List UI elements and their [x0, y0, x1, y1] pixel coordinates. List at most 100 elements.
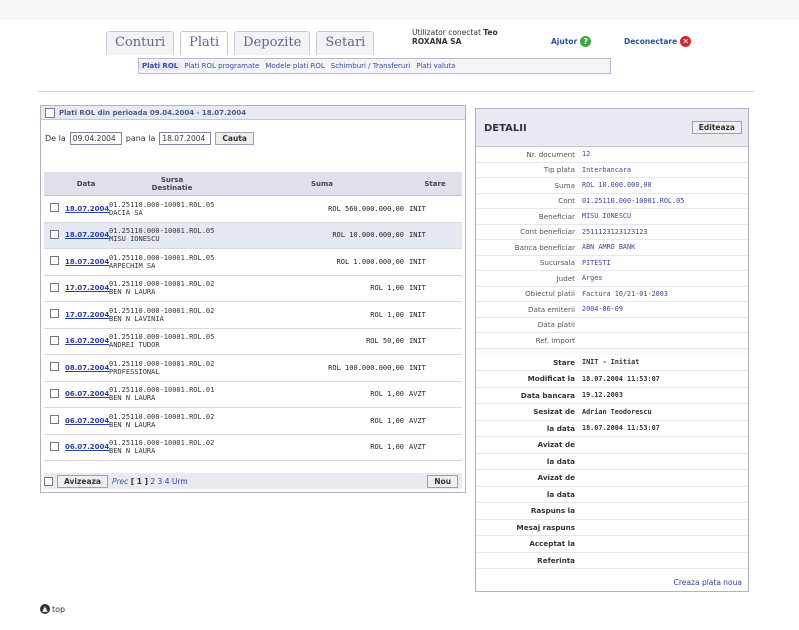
row-checkbox[interactable]	[49, 362, 59, 372]
payments-rows: 18.07.2004 01.25110.000-10001.ROL.05 DACIA…	[44, 195, 462, 461]
row-checkbox[interactable]	[49, 229, 59, 239]
top-strip	[0, 0, 799, 19]
tab-setari[interactable]: Setari	[316, 31, 375, 55]
detail-value: 18.07.2004 11:53:07	[579, 370, 748, 388]
detail-value	[579, 453, 748, 470]
payments-panel: Plati ROL din perioada 09.04.2004 - 18.0…	[40, 105, 466, 493]
row-date-link[interactable]: 18.07.2004	[65, 231, 109, 239]
subnav-plati-rol-programate[interactable]: Plati ROL programate	[181, 62, 262, 70]
row-date-link[interactable]: 06.07.2004	[65, 417, 109, 425]
col-source-dest[interactable]: Sursa Destinatie	[108, 172, 236, 196]
tab-depozite[interactable]: Depozite	[234, 31, 311, 55]
row-date-link[interactable]: 18.07.2004	[65, 205, 109, 213]
row-date-link[interactable]: 17.07.2004	[65, 311, 109, 319]
table-row[interactable]: 17.07.2004 01.25110.000-10001.ROL.02 BEN N…	[44, 275, 462, 302]
pager-page-3[interactable]: 3	[158, 477, 163, 486]
table-row[interactable]: 18.07.2004 01.25110.000-10001.ROL.05 ARPEC…	[44, 248, 462, 276]
edit-button[interactable]: Editeaza	[691, 121, 742, 134]
row-source: 01.25110.000-10001.ROL.05	[109, 200, 215, 209]
row-source: 01.25110.000-10001.ROL.02	[109, 439, 215, 448]
table-row[interactable]: 16.07.2004 01.25110.000-10001.ROL.05 ANDRE…	[44, 328, 462, 355]
table-row[interactable]: 18.07.2004 01.25110.000-10001.ROL.05 DACIA…	[44, 195, 462, 223]
row-source: 01.25110.000-10001.ROL.02	[109, 280, 215, 289]
notify-button[interactable]: Avizeaza	[57, 474, 108, 488]
row-source-dest: 01.25110.000-10001.ROL.02 BEN N LAVINIA	[108, 301, 236, 329]
detail-row: Data platii	[476, 317, 748, 333]
help-link[interactable]: Ajutor ?	[551, 36, 592, 47]
row-status: AVZT	[408, 381, 462, 408]
row-dest: DACIA SA	[109, 208, 143, 217]
row-amount: ROL 100.000.000,00	[236, 354, 408, 382]
detail-row: Acceptat la	[476, 535, 748, 553]
arrow-up-icon: ▲	[40, 604, 50, 614]
table-row[interactable]: 17.07.2004 01.25110.000-10001.ROL.02 BEN N…	[44, 301, 462, 329]
divider	[38, 91, 754, 92]
subnav-schimburi-transferuri[interactable]: Schimburi / Transferuri	[328, 62, 413, 70]
row-status: INIT	[408, 222, 462, 249]
row-date-link[interactable]: 06.07.2004	[65, 443, 109, 451]
user-company: ROXANA SA	[412, 37, 462, 46]
create-payment-link[interactable]: Creaza plata noua	[674, 578, 742, 587]
pager-next[interactable]: Urm	[172, 477, 188, 486]
row-checkbox[interactable]	[49, 388, 59, 398]
detail-label: Data bancara	[476, 387, 579, 404]
row-source-dest: 01.25110.000-10001.ROL.05 DACIA SA	[108, 195, 236, 223]
row-date-link[interactable]: 08.07.2004	[65, 364, 109, 372]
detail-label: Cont	[476, 193, 579, 209]
subnav-modele-plati-rol[interactable]: Modele plati ROL	[262, 62, 327, 70]
row-checkbox[interactable]	[49, 282, 59, 292]
detail-value	[579, 535, 748, 553]
pager-page-2[interactable]: 2	[150, 477, 155, 486]
table-row[interactable]: 08.07.2004 01.25110.000-10001.ROL.02 PROFE…	[44, 354, 462, 382]
select-all-checkbox[interactable]	[44, 476, 53, 486]
detail-label: Acceptat la	[476, 535, 579, 553]
tab-plati[interactable]: Plati	[180, 31, 229, 55]
row-source-dest: 01.25110.000-10001.ROL.02 BEN N LAURA	[108, 407, 236, 435]
from-date-input[interactable]: 09.04.2004	[69, 132, 122, 145]
tab-conturi[interactable]: Conturi	[106, 31, 175, 55]
table-row[interactable]: 06.07.2004 01.25110.000-10001.ROL.02 BEN N…	[44, 434, 462, 461]
row-checkbox[interactable]	[49, 415, 59, 425]
to-date-input[interactable]: 18.07.2004	[159, 132, 212, 145]
detail-label: Judet	[476, 270, 579, 287]
detail-label: la data	[476, 453, 579, 470]
row-checkbox[interactable]	[49, 309, 59, 319]
table-row[interactable]: 18.07.2004 01.25110.000-10001.ROL.05 MISU …	[44, 222, 462, 249]
row-date-link[interactable]: 06.07.2004	[65, 390, 109, 398]
detail-row: Cont 01.25110.000-10001.ROL.05	[476, 193, 748, 209]
row-status: INIT	[408, 275, 462, 302]
pager: Prec [ 1 ] 2 3 4 Urm	[112, 477, 188, 486]
details-fields: Nr. document 12 Tip plata Interbancara Suma R…	[476, 147, 748, 349]
row-status: AVZT	[408, 407, 462, 435]
search-button[interactable]: Cauta	[215, 132, 254, 145]
row-date-link[interactable]: 17.07.2004	[65, 284, 109, 292]
row-checkbox[interactable]	[49, 335, 59, 345]
logout-link[interactable]: Deconectare ✕	[624, 36, 692, 47]
col-amount[interactable]: Suma	[236, 172, 408, 196]
subnav-plati-rol[interactable]: Plati ROL	[139, 62, 182, 70]
subnav-plati-valuta[interactable]: Plati valuta	[413, 62, 458, 70]
detail-value: Adrian Teodorescu	[579, 403, 748, 421]
table-row[interactable]: 06.07.2004 01.25110.000-10001.ROL.02 BEN N…	[44, 407, 462, 435]
row-checkbox[interactable]	[49, 203, 59, 213]
row-checkbox[interactable]	[49, 441, 59, 451]
pager-page-4[interactable]: 4	[165, 477, 170, 486]
detail-label: Tip plata	[476, 162, 579, 178]
new-button[interactable]: Nou	[427, 474, 458, 488]
row-date-link[interactable]: 18.07.2004	[65, 258, 109, 266]
top-link[interactable]: ▲ top	[40, 604, 65, 614]
row-amount: ROL 1,00	[236, 407, 408, 435]
row-source-dest: 01.25110.000-10001.ROL.01 BEN N LAURA	[108, 381, 236, 408]
pager-prev[interactable]: Prec	[112, 477, 128, 486]
detail-row: Ref. import	[476, 332, 748, 349]
col-status[interactable]: Stare	[408, 172, 462, 196]
col-date[interactable]: Data	[64, 172, 108, 196]
detail-row: la data	[476, 486, 748, 503]
row-source-dest: 01.25110.000-10001.ROL.05 ARPECHIM SA	[108, 248, 236, 276]
row-checkbox[interactable]	[49, 256, 59, 266]
row-date-link[interactable]: 16.07.2004	[65, 337, 109, 345]
table-row[interactable]: 06.07.2004 01.25110.000-10001.ROL.01 BEN N…	[44, 381, 462, 408]
detail-row: Nr. document 12	[476, 147, 748, 163]
detail-row: Referinta	[476, 552, 748, 569]
detail-row: la data	[476, 453, 748, 470]
